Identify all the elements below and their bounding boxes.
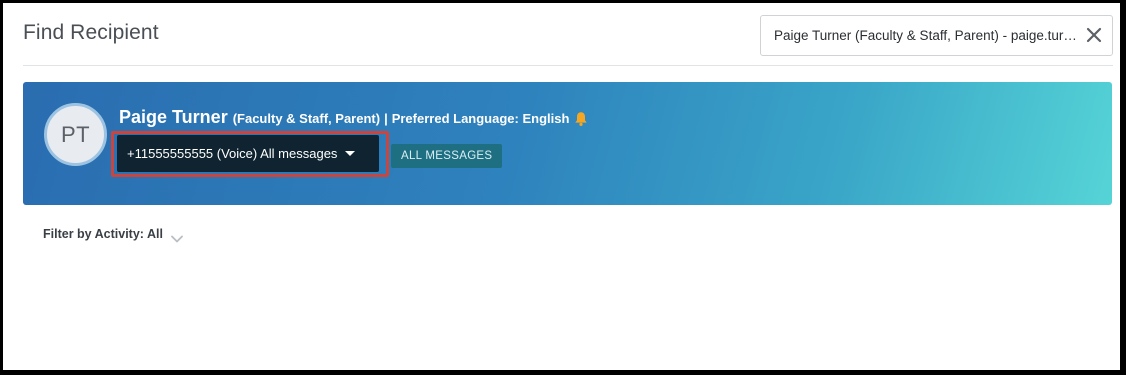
activity-filter-dropdown[interactable]: Filter by Activity: All	[43, 227, 183, 243]
preferred-language: Preferred Language: English	[391, 111, 570, 126]
info-separator: |	[384, 111, 388, 126]
recipient-banner: PT Paige Turner (Faculty & Staff, Parent…	[23, 82, 1112, 205]
page-title: Find Recipient	[23, 21, 159, 44]
contact-method-dropdown[interactable]: +11555555555 (Voice) All messages	[117, 135, 379, 172]
header-divider	[23, 65, 1113, 66]
avatar: PT	[44, 103, 107, 166]
recipient-name: Paige Turner	[119, 107, 228, 127]
search-value: Paige Turner (Faculty & Staff, Parent) -…	[774, 28, 1080, 43]
filter-label: Filter by Activity: All	[43, 227, 163, 241]
recipient-search-input[interactable]: Paige Turner (Faculty & Staff, Parent) -…	[760, 15, 1113, 56]
close-icon[interactable]	[1085, 26, 1103, 44]
recipient-info: Paige Turner (Faculty & Staff, Parent) |…	[119, 107, 588, 128]
app-window: Find Recipient Paige Turner (Faculty & S…	[3, 3, 1120, 370]
contact-method-value: +11555555555 (Voice) All messages	[127, 146, 338, 161]
all-messages-badge: ALL MESSAGES	[391, 144, 503, 168]
chevron-down-icon	[171, 230, 183, 243]
caret-down-icon	[345, 151, 356, 156]
bell-icon	[574, 111, 588, 127]
recipient-roles: (Faculty & Staff, Parent)	[232, 111, 381, 126]
